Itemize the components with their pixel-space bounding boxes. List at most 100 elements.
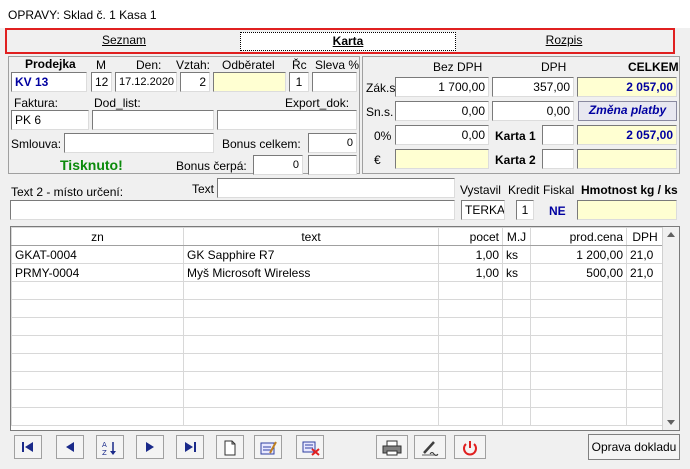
- last-record-button[interactable]: [176, 435, 204, 459]
- kredit-label: Kredit: [508, 183, 540, 197]
- pct0-field: 0,00: [395, 125, 489, 145]
- column-header-dph[interactable]: DPH: [626, 227, 664, 246]
- oprava-dokladu-button[interactable]: Oprava dokladu: [588, 434, 680, 460]
- bonus-cerpa-label: Bonus čerpá:: [176, 159, 247, 173]
- new-document-button[interactable]: [216, 435, 244, 459]
- cell-prodcena: 500,00: [530, 263, 627, 282]
- exportdok-label: Export_dok:: [285, 96, 350, 110]
- sort-button[interactable]: AZ: [96, 435, 124, 459]
- cell-prodcena: 1 200,00: [530, 245, 627, 264]
- sort-az-icon: AZ: [102, 441, 116, 456]
- tab-seznam[interactable]: Seznam: [11, 32, 237, 51]
- empty-row: [11, 371, 664, 390]
- scroll-down-icon[interactable]: [667, 420, 675, 425]
- karta2-label: Karta 2: [495, 153, 536, 167]
- vystavil-field: TERKA: [461, 200, 505, 220]
- scroll-up-icon[interactable]: [667, 232, 675, 237]
- signature-button[interactable]: [414, 435, 446, 459]
- tab-bar: Seznam Karta Rozpis: [5, 28, 675, 54]
- cell-pocet: 1,00: [438, 245, 503, 264]
- odberatel-label: Odběratel: [222, 58, 275, 72]
- tab-rozpis[interactable]: Rozpis: [459, 32, 669, 51]
- cell-pocet: 1,00: [438, 263, 503, 282]
- cell-text: Myš Microsoft Wireless: [183, 263, 439, 282]
- cell-text: GK Sapphire R7: [183, 245, 439, 264]
- edit-button[interactable]: [254, 435, 282, 459]
- karta1-field[interactable]: [542, 125, 574, 145]
- den-label: Den:: [136, 58, 162, 72]
- svg-text:Z: Z: [102, 449, 107, 456]
- delete-icon: [302, 441, 320, 456]
- column-header-text[interactable]: text: [183, 227, 439, 246]
- vystavil-label: Vystavil: [460, 183, 501, 197]
- bonus-cerpa-field[interactable]: 0: [253, 155, 303, 175]
- grid-header-row: zn text pocet M.J prod.cena DPH: [11, 227, 664, 246]
- empty-row: [11, 353, 664, 372]
- print-icon: [382, 440, 402, 456]
- faktura-field[interactable]: PK 6: [11, 110, 89, 130]
- kredit-field: 1: [516, 200, 534, 220]
- bonus-cerpa-extra-field[interactable]: [308, 155, 357, 175]
- bez-dph-header: Bez DPH: [433, 60, 483, 74]
- power-button[interactable]: [454, 435, 486, 459]
- previous-record-icon: [66, 442, 74, 452]
- empty-row: [11, 389, 664, 408]
- text2-field[interactable]: [10, 200, 455, 220]
- tab-karta[interactable]: Karta: [240, 32, 456, 51]
- prodejka-label: Prodejka: [25, 57, 76, 71]
- vztah-field[interactable]: 2: [180, 72, 210, 92]
- odberatel-field[interactable]: [213, 72, 286, 92]
- karta2-field[interactable]: [542, 149, 574, 169]
- power-icon: [463, 441, 477, 456]
- smlouva-field[interactable]: [64, 133, 214, 153]
- dodlist-field[interactable]: [92, 110, 214, 130]
- sns-bez-dph-field: 0,00: [395, 101, 489, 121]
- zaks-dph-field: 357,00: [492, 77, 574, 97]
- den-field[interactable]: 17.12.2020: [115, 72, 177, 92]
- hmotnost-field[interactable]: [577, 200, 677, 220]
- first-record-icon: [22, 442, 33, 452]
- sns-label: Sn.s.: [366, 105, 394, 119]
- celkem-header: CELKEM: [628, 60, 679, 74]
- next-record-button[interactable]: [136, 435, 164, 459]
- first-record-button[interactable]: [14, 435, 42, 459]
- cell-dph: 21,0: [626, 263, 664, 282]
- prodejka-field[interactable]: KV 13: [11, 72, 87, 92]
- dodlist-label: Dod_list:: [94, 96, 141, 110]
- m-field[interactable]: 12: [91, 72, 112, 92]
- sns-dph-field: 0,00: [492, 101, 574, 121]
- text-field[interactable]: [217, 178, 455, 198]
- column-header-prodcena[interactable]: prod.cena: [530, 227, 627, 246]
- edit-icon: [260, 441, 277, 455]
- fiskal-value: NE: [549, 204, 566, 218]
- table-row[interactable]: PRMY-0004 Myš Microsoft Wireless 1,00 ks…: [11, 263, 664, 282]
- rc-field[interactable]: 1: [289, 72, 309, 92]
- zmena-platby-button[interactable]: Změna platby: [578, 101, 677, 121]
- column-header-zn[interactable]: zn: [11, 227, 184, 246]
- column-header-mj[interactable]: M.J: [502, 227, 531, 246]
- table-row[interactable]: GKAT-0004 GK Sapphire R7 1,00 ks 1 200,0…: [11, 245, 664, 264]
- next-record-icon: [146, 442, 154, 452]
- bonus-celkem-field[interactable]: 0: [308, 133, 357, 153]
- signature-icon: [422, 441, 439, 456]
- pct0-label: 0%: [374, 129, 392, 143]
- cell-zn: PRMY-0004: [11, 263, 184, 282]
- delete-button[interactable]: [296, 435, 324, 459]
- zaks-celkem-field: 2 057,00: [577, 77, 677, 97]
- svg-text:A: A: [102, 441, 107, 449]
- eur-field[interactable]: [395, 149, 489, 169]
- karta2-total-field: [577, 149, 677, 169]
- title-bar: OPRAVY: Sklad č. 1 Kasa 1: [0, 0, 690, 28]
- text-label: Text: [192, 182, 215, 196]
- vertical-scrollbar[interactable]: [662, 227, 679, 430]
- column-header-pocet[interactable]: pocet: [438, 227, 503, 246]
- sleva-field[interactable]: [312, 72, 357, 92]
- m-label: M: [96, 58, 106, 72]
- karta1-total-field: 2 057,00: [577, 125, 677, 145]
- print-button[interactable]: [376, 435, 408, 459]
- dph-header: DPH: [541, 60, 567, 74]
- items-grid[interactable]: zn text pocet M.J prod.cena DPH GKAT-000…: [10, 226, 680, 431]
- previous-record-button[interactable]: [56, 435, 84, 459]
- exportdok-field[interactable]: [217, 110, 357, 130]
- bonus-celkem-label: Bonus celkem:: [222, 137, 301, 151]
